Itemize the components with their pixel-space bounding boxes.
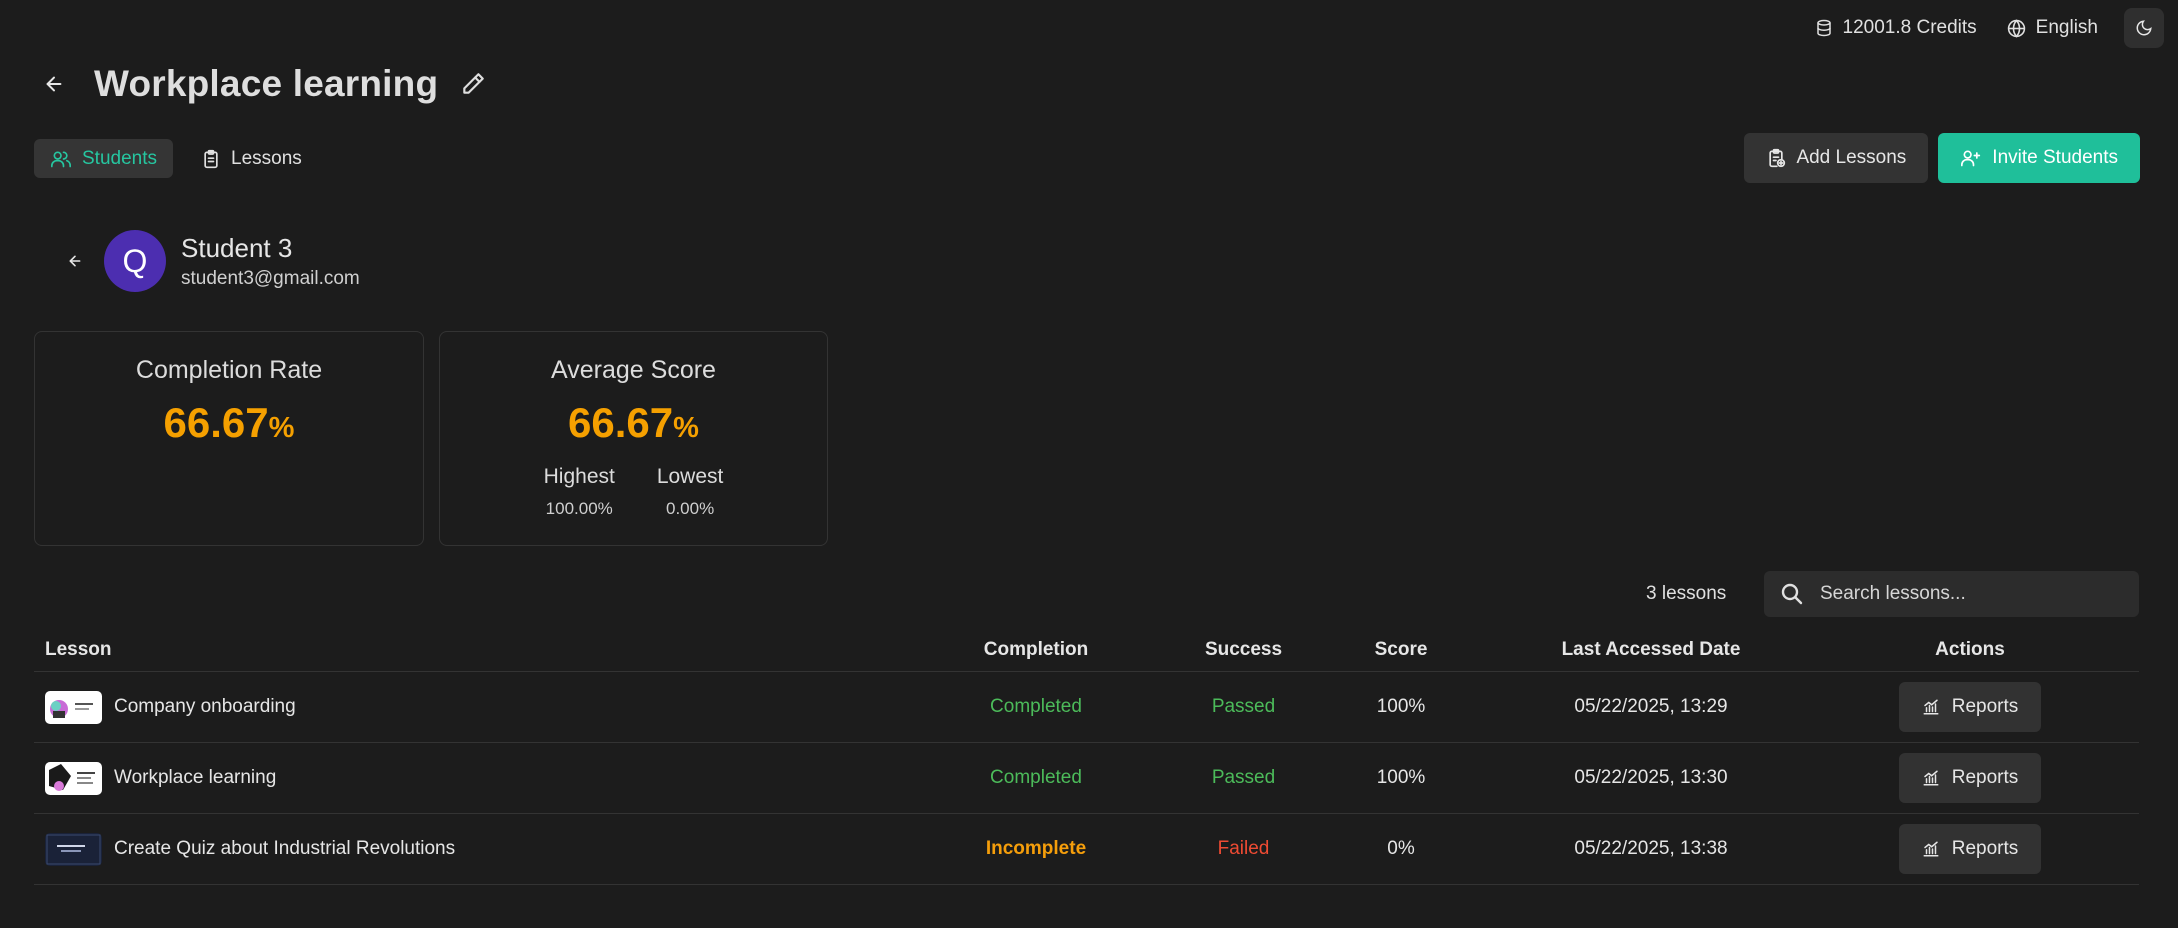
reports-label: Reports xyxy=(1951,838,2019,859)
lowest-label: Lowest xyxy=(656,465,724,488)
header-actions: Actions xyxy=(1935,638,2005,660)
search-input[interactable] xyxy=(1820,583,2120,605)
theme-toggle-button[interactable] xyxy=(2124,8,2164,48)
lesson-search[interactable] xyxy=(1764,571,2139,617)
reports-label: Reports xyxy=(1951,767,2019,788)
credits-display: 12001.8 Credits xyxy=(1815,17,1977,39)
language-label: English xyxy=(2035,17,2098,38)
clipboard-icon xyxy=(201,148,221,170)
language-selector[interactable]: English xyxy=(2007,17,2098,39)
score-value: 0% xyxy=(1387,838,1415,859)
completion-rate-value: 66.67% xyxy=(163,399,295,446)
table-header: Lesson Completion Success Score Last Acc… xyxy=(34,628,2139,672)
actions-cell: Reports xyxy=(1801,682,2139,732)
actions-cell: Reports xyxy=(1801,753,2139,803)
success-status: Failed xyxy=(1217,838,1270,859)
success-status: Passed xyxy=(1211,767,1276,788)
lesson-thumbnail xyxy=(45,832,102,866)
add-lessons-label: Add Lessons xyxy=(1796,147,1907,168)
actions-cell: Reports xyxy=(1801,824,2139,874)
last-accessed-date: 05/22/2025, 13:29 xyxy=(1574,696,1728,717)
student-back-button[interactable] xyxy=(60,246,90,276)
header-score: Score xyxy=(1374,638,1428,660)
score-value: 100% xyxy=(1376,696,1426,717)
chart-icon xyxy=(1922,698,1940,716)
reports-button[interactable]: Reports xyxy=(1898,824,2042,874)
student-header: Q Student 3 student3@gmail.com xyxy=(60,230,360,292)
tab-students[interactable]: Students xyxy=(34,139,173,178)
score-range: Highest 100.00% Lowest 0.00% xyxy=(440,465,827,519)
table-row[interactable]: Workplace learning Completed Passed 100%… xyxy=(34,743,2139,814)
lesson-thumbnail xyxy=(45,761,102,795)
lesson-thumbnail xyxy=(45,690,102,724)
success-status: Passed xyxy=(1211,696,1276,717)
tab-students-label: Students xyxy=(82,147,157,169)
lowest-value: 0.00% xyxy=(666,499,715,518)
lesson-title: Company onboarding xyxy=(114,696,296,717)
reports-label: Reports xyxy=(1951,696,2019,717)
average-score-title: Average Score xyxy=(551,356,716,384)
lesson-cell: Company onboarding xyxy=(34,690,886,724)
last-accessed-date: 05/22/2025, 13:38 xyxy=(1574,838,1728,859)
tab-lessons[interactable]: Lessons xyxy=(185,139,318,178)
lesson-cell: Workplace learning xyxy=(34,761,886,795)
users-icon xyxy=(50,149,72,169)
back-button[interactable] xyxy=(34,64,74,104)
header-completion: Completion xyxy=(983,638,1089,660)
student-name: Student 3 xyxy=(181,232,293,263)
arrow-left-icon xyxy=(67,253,83,269)
completion-rate-title: Completion Rate xyxy=(135,356,323,384)
score-value: 100% xyxy=(1376,767,1426,788)
edit-title-button[interactable] xyxy=(456,67,490,101)
highest-score: Highest 100.00% xyxy=(544,465,615,519)
page-header: Workplace learning xyxy=(34,60,490,108)
moon-icon xyxy=(2135,19,2153,37)
header-last-accessed: Last Accessed Date xyxy=(1561,638,1741,660)
lessons-table: Lesson Completion Success Score Last Acc… xyxy=(34,628,2139,885)
student-email: student3@gmail.com xyxy=(181,267,360,289)
highest-label: Highest xyxy=(543,465,615,488)
pencil-icon xyxy=(460,71,486,97)
completion-status: Completed xyxy=(990,696,1082,717)
chart-icon xyxy=(1922,769,1940,787)
average-score-card: Average Score 66.67% Highest 100.00% Low… xyxy=(439,331,828,546)
arrow-left-icon xyxy=(43,73,65,95)
header-lesson: Lesson xyxy=(45,638,112,660)
clipboard-add-icon xyxy=(1766,147,1786,169)
credits-label: 12001.8 Credits xyxy=(1842,17,1977,38)
table-row[interactable]: Create Quiz about Industrial Revolutions… xyxy=(34,814,2139,885)
invite-students-button[interactable]: Invite Students xyxy=(1938,133,2140,183)
add-lessons-button[interactable]: Add Lessons xyxy=(1744,133,1929,183)
tab-lessons-label: Lessons xyxy=(231,147,302,169)
reports-button[interactable]: Reports xyxy=(1898,682,2042,732)
view-tabs: Students Lessons xyxy=(34,139,318,178)
completion-status: Completed xyxy=(990,767,1082,788)
globe-icon xyxy=(2007,18,2026,38)
student-info: Student 3 student3@gmail.com xyxy=(181,233,360,290)
invite-students-label: Invite Students xyxy=(1992,147,2118,168)
header-success: Success xyxy=(1204,638,1283,660)
last-accessed-date: 05/22/2025, 13:30 xyxy=(1574,767,1728,788)
page-title: Workplace learning xyxy=(94,63,439,104)
completion-status: Incomplete xyxy=(985,838,1087,859)
top-bar: 12001.8 Credits English xyxy=(1815,8,2164,48)
lesson-title: Workplace learning xyxy=(114,767,277,788)
highest-value: 100.00% xyxy=(545,499,613,518)
database-icon xyxy=(1815,19,1833,37)
reports-button[interactable]: Reports xyxy=(1898,753,2042,803)
header-actions: Add Lessons Invite Students xyxy=(1744,133,2140,183)
table-row[interactable]: Company onboarding Completed Passed 100%… xyxy=(34,672,2139,743)
lowest-score: Lowest 0.00% xyxy=(657,465,724,519)
average-score-value: 66.67% xyxy=(568,399,699,446)
search-icon xyxy=(1780,582,1804,606)
chart-icon xyxy=(1922,840,1940,858)
lesson-title: Create Quiz about Industrial Revolutions xyxy=(114,838,456,859)
avatar: Q xyxy=(104,230,166,292)
user-plus-icon xyxy=(1960,148,1982,168)
completion-rate-card: Completion Rate 66.67% xyxy=(34,331,424,546)
lesson-cell: Create Quiz about Industrial Revolutions xyxy=(34,832,886,866)
lesson-count: 3 lessons xyxy=(1646,583,1727,604)
